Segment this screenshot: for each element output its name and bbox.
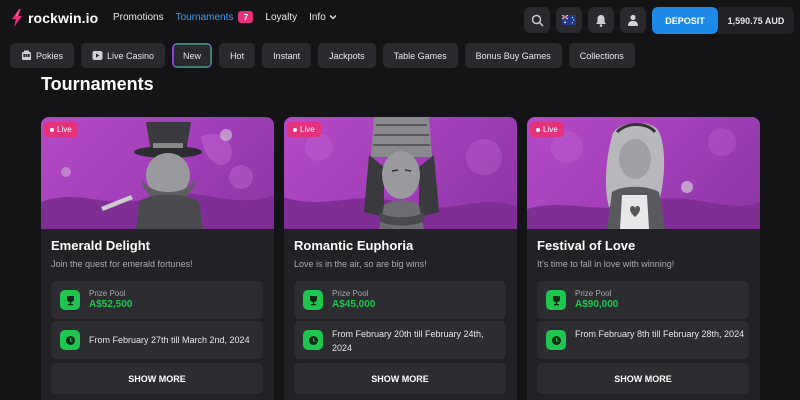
- nav-loyalty[interactable]: Loyalty: [265, 12, 297, 23]
- deposit-button[interactable]: DEPOSIT: [652, 7, 718, 34]
- top-header: rockwin.io Promotions Tournaments 7 Loya…: [0, 0, 800, 38]
- nav-tournaments-label: Tournaments: [175, 11, 234, 23]
- clock-icon: [303, 330, 323, 350]
- play-icon: [92, 51, 103, 60]
- tournament-dates: From February 8th till February 28th, 20…: [575, 329, 745, 339]
- prize-pool-label: Prize Pool: [332, 289, 369, 298]
- live-dot-icon: [536, 127, 540, 132]
- category-new[interactable]: New: [172, 43, 213, 68]
- live-badge: Live: [287, 122, 321, 137]
- tournament-dates: From February 27th till March 2nd, 2024: [89, 335, 250, 345]
- nav-promotions[interactable]: Promotions: [113, 12, 164, 23]
- balance-display[interactable]: 1,590.75 AUD: [718, 7, 794, 34]
- show-more-button[interactable]: SHOW MORE: [537, 363, 749, 394]
- category-instant-label: Instant: [273, 50, 301, 61]
- tournament-subtitle: Love is in the air, so are big wins!: [294, 259, 427, 269]
- dates-box: From February 27th till March 2nd, 2024: [51, 321, 263, 359]
- trophy-icon: [546, 290, 566, 310]
- tournament-banner: Live: [527, 117, 760, 229]
- profile-button[interactable]: [620, 7, 646, 33]
- dates-box: From February 8th till February 28th, 20…: [537, 321, 749, 359]
- tournament-title: Emerald Delight: [51, 238, 150, 253]
- category-bonus-buy-label: Bonus Buy Games: [475, 50, 551, 61]
- category-bonus-buy-games[interactable]: Bonus Buy Games: [464, 43, 562, 68]
- category-new-label: New: [183, 50, 202, 61]
- tournament-banner: Live: [284, 117, 517, 229]
- logo[interactable]: rockwin.io: [10, 9, 98, 27]
- slot-machine-icon: [22, 50, 31, 60]
- live-dot-icon: [50, 127, 54, 132]
- category-collections[interactable]: Collections: [568, 43, 635, 68]
- nav-tournaments[interactable]: Tournaments 7: [176, 11, 254, 23]
- prize-pool-box: Prize Pool A$52,500: [51, 281, 263, 319]
- trophy-icon: [303, 290, 323, 310]
- tournament-card[interactable]: Live Festival of Love It's time to fall …: [527, 117, 760, 400]
- show-more-button[interactable]: SHOW MORE: [294, 363, 506, 394]
- live-badge-label: Live: [300, 125, 315, 134]
- dates-box: From February 20th till February 24th, 2…: [294, 321, 506, 359]
- australia-flag-icon: [562, 15, 576, 25]
- lightning-logo-icon: [12, 9, 22, 27]
- live-badge: Live: [530, 122, 564, 137]
- tournament-card[interactable]: Live Romantic Euphoria Love is in the ai…: [284, 117, 517, 400]
- category-jackpots[interactable]: Jackpots: [318, 43, 376, 68]
- live-badge: Live: [44, 122, 78, 137]
- prize-pool-box: Prize Pool A$90,000: [537, 281, 749, 319]
- category-jackpots-label: Jackpots: [329, 50, 365, 61]
- tournament-title: Festival of Love: [537, 238, 636, 253]
- live-dot-icon: [293, 127, 297, 132]
- category-collections-label: Collections: [579, 50, 624, 61]
- nav-info-label: Info: [309, 11, 326, 23]
- category-table-games-label: Table Games: [393, 50, 447, 61]
- prize-pool-box: Prize Pool A$45,000: [294, 281, 506, 319]
- tournament-subtitle: Join the quest for emerald fortunes!: [51, 259, 193, 269]
- live-badge-label: Live: [57, 125, 72, 134]
- search-button[interactable]: [524, 7, 550, 33]
- nav-loyalty-label: Loyalty: [265, 11, 298, 23]
- category-table-games[interactable]: Table Games: [382, 43, 458, 68]
- search-icon: [531, 14, 543, 26]
- clock-icon: [60, 330, 80, 350]
- category-instant[interactable]: Instant: [262, 43, 312, 68]
- tournament-title: Romantic Euphoria: [294, 238, 414, 253]
- clock-icon: [546, 330, 566, 350]
- category-pokies-label: Pokies: [36, 50, 64, 61]
- user-icon: [628, 14, 638, 26]
- prize-pool-label: Prize Pool: [89, 289, 126, 298]
- tournament-dates: From February 20th till February 24th, 2…: [332, 329, 484, 353]
- category-hot-label: Hot: [230, 50, 245, 61]
- category-hot[interactable]: Hot: [219, 43, 256, 68]
- language-button[interactable]: [556, 7, 582, 33]
- prize-pool-label: Prize Pool: [575, 289, 612, 298]
- logo-text: rockwin.io: [28, 10, 99, 26]
- category-bar: Pokies Live Casino New Hot Instant Jackp…: [10, 43, 635, 68]
- page-title: Tournaments: [41, 74, 154, 94]
- category-pokies[interactable]: Pokies: [10, 43, 75, 68]
- prize-pool-value: A$90,000: [575, 299, 619, 310]
- nav-promotions-label: Promotions: [113, 11, 164, 23]
- notifications-button[interactable]: [588, 7, 614, 33]
- tournament-banner: Live: [41, 117, 274, 229]
- show-more-button[interactable]: SHOW MORE: [51, 363, 263, 394]
- tournament-card[interactable]: Live Emerald Delight Join the quest for …: [41, 117, 274, 400]
- live-badge-label: Live: [543, 125, 558, 134]
- bell-icon: [596, 14, 606, 27]
- prize-pool-value: A$45,000: [332, 299, 376, 310]
- trophy-icon: [60, 290, 80, 310]
- main-nav: Promotions Tournaments 7 Loyalty Info: [113, 11, 337, 23]
- category-live-casino-label: Live Casino: [107, 50, 155, 61]
- nav-info[interactable]: Info: [309, 12, 337, 23]
- chevron-down-icon: [329, 15, 337, 20]
- prize-pool-value: A$52,500: [89, 299, 133, 310]
- category-live-casino[interactable]: Live Casino: [81, 43, 166, 68]
- tournament-subtitle: It's time to fall in love with winning!: [537, 259, 675, 269]
- tournaments-count-badge: 7: [238, 11, 254, 23]
